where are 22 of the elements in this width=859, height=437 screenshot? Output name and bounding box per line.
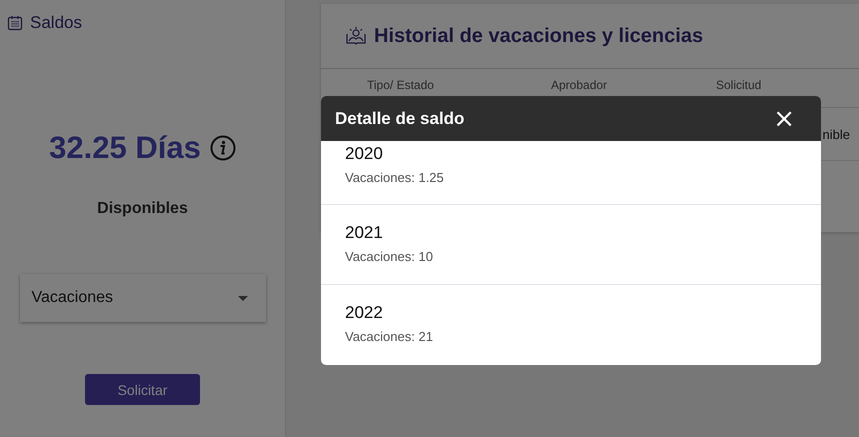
type-select[interactable]: Vacaciones xyxy=(20,274,266,322)
dialog-title: Detalle de saldo xyxy=(335,108,464,128)
table-cell: nible xyxy=(822,126,850,142)
close-button[interactable]: × xyxy=(773,106,795,132)
balance-detail: Vacaciones: 1.25 xyxy=(345,170,445,185)
caret-icon xyxy=(238,296,248,300)
card-title: Historial de vacaciones y licencias xyxy=(374,24,704,48)
balance-detail: Vacaciones: 10 xyxy=(345,249,434,264)
balance-detail: Vacaciones: 21 xyxy=(345,329,434,344)
column-header: Solicitud xyxy=(716,78,762,94)
year-label: 2020 xyxy=(345,144,384,164)
calendar-icon xyxy=(7,15,23,31)
days-amount: 32.25 Días xyxy=(49,130,201,166)
request-button[interactable]: Solicitar xyxy=(85,374,200,405)
year-label: 2021 xyxy=(345,223,384,243)
year-label: 2022 xyxy=(345,303,384,323)
column-header: Tipo/ Estado xyxy=(367,78,435,94)
panel-title: Saldos xyxy=(30,13,82,33)
available-label: Disponibles xyxy=(97,200,188,218)
info-icon[interactable] xyxy=(210,135,236,161)
book-icon xyxy=(345,26,367,46)
column-header: Aprobador xyxy=(551,78,608,94)
